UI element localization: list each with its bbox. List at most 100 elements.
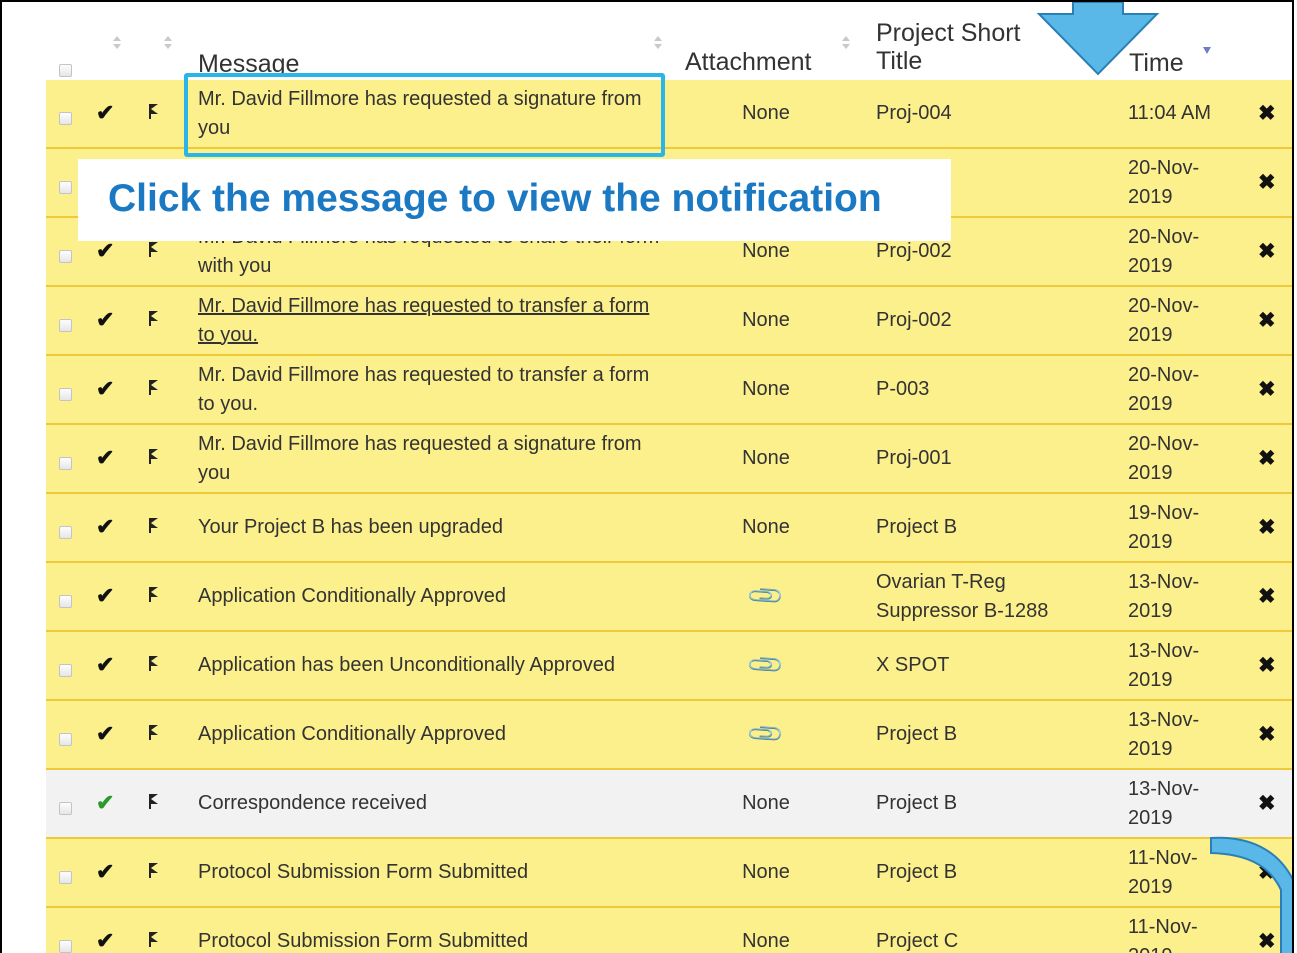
mark-read-check-icon[interactable]: ✔	[96, 721, 114, 747]
message-link[interactable]: Your Project B has been upgraded	[198, 494, 668, 561]
flag-icon[interactable]	[148, 379, 162, 397]
time-cell: 20-Nov-2019	[1128, 149, 1238, 216]
select-all-checkbox[interactable]	[59, 64, 72, 77]
delete-icon[interactable]: ✖	[1258, 239, 1276, 264]
paperclip-icon[interactable]: 📎	[745, 576, 787, 618]
message-link[interactable]: Mr. David Fillmore has requested a signa…	[198, 425, 668, 492]
attachment-value: None	[742, 861, 790, 883]
flag-icon[interactable]	[148, 586, 162, 604]
row-checkbox[interactable]	[59, 319, 72, 332]
table-row[interactable]: ✔ Mr. David Fillmore has requested to tra…	[46, 356, 1292, 425]
timestamp: 13-Nov-2019	[1128, 570, 1200, 622]
message-link[interactable]: Protocol Submission Form Submitted	[198, 839, 668, 906]
mark-read-check-icon[interactable]: ✔	[96, 790, 114, 816]
flag-icon[interactable]	[148, 862, 162, 880]
project-title: Project C	[876, 930, 959, 952]
mark-read-check-icon[interactable]: ✔	[96, 100, 114, 126]
mark-read-check-icon[interactable]: ✔	[96, 445, 114, 471]
flag-icon[interactable]	[148, 241, 162, 259]
flag-icon[interactable]	[148, 724, 162, 742]
attachment-cell: None	[696, 839, 836, 906]
delete-icon[interactable]: ✖	[1258, 446, 1276, 471]
timestamp: 20-Nov-2019	[1128, 225, 1200, 277]
message-link[interactable]: Mr. David Fillmore has requested to tran…	[198, 287, 668, 354]
project-title: Proj-004	[876, 102, 952, 124]
flag-icon[interactable]	[148, 310, 162, 328]
flag-icon[interactable]	[148, 655, 162, 673]
attachment-cell: None	[696, 494, 836, 561]
message-link[interactable]: Application Conditionally Approved	[198, 563, 668, 630]
table-row[interactable]: ✔ Protocol Submission Form Submitted None P…	[46, 839, 1292, 908]
delete-icon[interactable]: ✖	[1258, 722, 1276, 747]
table-row[interactable]: ✔ Application Conditionally Approved 📎 Ovar…	[46, 563, 1292, 632]
row-checkbox[interactable]	[59, 940, 72, 953]
project-cell: Proj-004	[876, 80, 1106, 147]
flag-icon[interactable]	[148, 793, 162, 811]
flag-icon[interactable]	[148, 517, 162, 535]
column-header-project[interactable]: Project Short Title	[876, 19, 1021, 75]
attachment-cell: None	[696, 908, 836, 953]
flag-icon[interactable]	[148, 931, 162, 949]
timestamp: 20-Nov-2019	[1128, 363, 1200, 415]
row-checkbox[interactable]	[59, 595, 72, 608]
delete-icon[interactable]: ✖	[1258, 101, 1276, 126]
callout-text: Click the message to view the notificati…	[108, 177, 882, 220]
mark-read-check-icon[interactable]: ✔	[96, 376, 114, 402]
column-header-attachment[interactable]: Attachment	[685, 48, 811, 76]
row-checkbox[interactable]	[59, 457, 72, 470]
delete-icon[interactable]: ✖	[1258, 515, 1276, 540]
row-checkbox[interactable]	[59, 733, 72, 746]
row-checkbox[interactable]	[59, 664, 72, 677]
message-text: Protocol Submission Form Submitted	[198, 861, 529, 883]
mark-read-check-icon[interactable]: ✔	[96, 307, 114, 333]
mark-read-check-icon[interactable]: ✔	[96, 652, 114, 678]
delete-icon[interactable]: ✖	[1258, 653, 1276, 678]
attachment-value: None	[742, 309, 790, 331]
table-row[interactable]: ✔ Mr. David Fillmore has requested a sign…	[46, 425, 1292, 494]
message-link[interactable]: Correspondence received	[198, 770, 668, 837]
mark-read-check-icon[interactable]: ✔	[96, 238, 114, 264]
row-checkbox[interactable]	[59, 526, 72, 539]
project-title: Ovarian T-Reg Suppressor B-1288	[876, 570, 1049, 622]
row-checkbox[interactable]	[59, 871, 72, 884]
table-row[interactable]: ✔ Protocol Submission Form Submitted None P…	[46, 908, 1292, 953]
row-checkbox[interactable]	[59, 388, 72, 401]
row-checkbox[interactable]	[59, 181, 72, 194]
project-cell: X SPOT	[876, 632, 1106, 699]
attachment-value: None	[742, 240, 790, 262]
attachment-cell: None	[696, 356, 836, 423]
mark-read-check-icon[interactable]: ✔	[96, 514, 114, 540]
sort-descending-icon[interactable]	[1203, 47, 1211, 54]
project-cell: Project B	[876, 701, 1106, 768]
flag-icon[interactable]	[148, 103, 162, 121]
time-cell: 11:04 AM	[1128, 80, 1238, 147]
row-checkbox[interactable]	[59, 802, 72, 815]
attachment-cell: None	[696, 287, 836, 354]
delete-icon[interactable]: ✖	[1258, 791, 1276, 816]
project-cell: P-003	[876, 356, 1106, 423]
message-link[interactable]: Application has been Unconditionally App…	[198, 632, 668, 699]
flag-icon[interactable]	[148, 448, 162, 466]
mark-read-check-icon[interactable]: ✔	[96, 859, 114, 885]
table-row[interactable]: ✔ Correspondence received None Project B 13-…	[46, 770, 1292, 839]
row-checkbox[interactable]	[59, 112, 72, 125]
delete-icon[interactable]: ✖	[1258, 584, 1276, 609]
paperclip-icon[interactable]: 📎	[745, 714, 787, 756]
project-title: Proj-001	[876, 447, 952, 469]
table-row[interactable]: ✔ Mr. David Fillmore has requested to tra…	[46, 287, 1292, 356]
table-row[interactable]: ✔ Application has been Unconditionally Ap…	[46, 632, 1292, 701]
delete-icon[interactable]: ✖	[1258, 170, 1276, 195]
timestamp: 20-Nov-2019	[1128, 432, 1200, 484]
message-link[interactable]: Mr. David Fillmore has requested to tran…	[198, 356, 668, 423]
paperclip-icon[interactable]: 📎	[745, 645, 787, 687]
mark-read-check-icon[interactable]: ✔	[96, 928, 114, 953]
delete-icon[interactable]: ✖	[1258, 308, 1276, 333]
message-link[interactable]: Application Conditionally Approved	[198, 701, 668, 768]
row-checkbox[interactable]	[59, 250, 72, 263]
table-row[interactable]: ✔ Application Conditionally Approved 📎 Proj…	[46, 701, 1292, 770]
mark-read-check-icon[interactable]: ✔	[96, 583, 114, 609]
table-row[interactable]: ✔ Your Project B has been upgraded None Pro…	[46, 494, 1292, 563]
message-text: Correspondence received	[198, 792, 428, 814]
message-link[interactable]: Protocol Submission Form Submitted	[198, 908, 668, 953]
delete-icon[interactable]: ✖	[1258, 377, 1276, 402]
